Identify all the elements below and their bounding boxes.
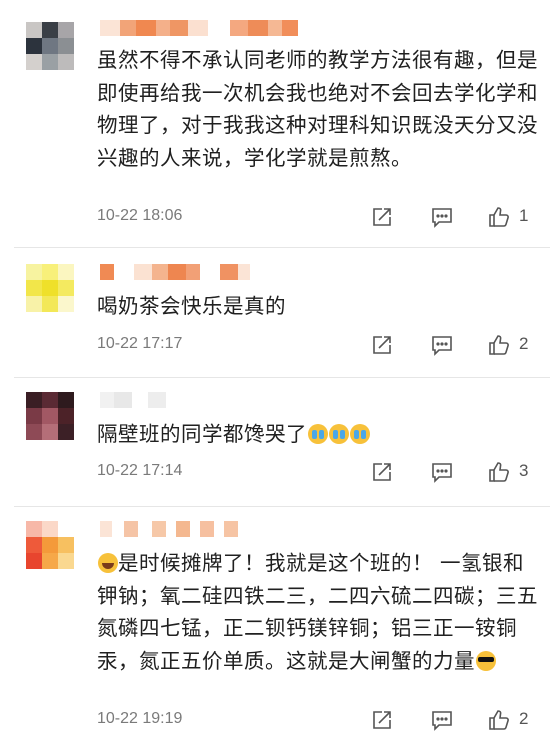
comment-text-body: 隔壁班的同学都馋哭了 [97, 422, 307, 446]
like-count: 1 [519, 206, 529, 225]
share-icon[interactable] [370, 333, 394, 357]
comment-time: 10-22 17:17 [97, 335, 183, 352]
comment-text: 喝奶茶会快乐是真的 [97, 294, 286, 318]
like-icon[interactable] [487, 205, 511, 229]
sunglasses-emoji-icon [476, 650, 496, 671]
share-icon[interactable] [370, 205, 394, 229]
comment-item: 隔壁班的同学都馋哭了 10-22 17:14 3 [0, 378, 550, 506]
avatar[interactable] [26, 264, 74, 312]
comment-item: 是时候摊牌了！我就是这个班的！ 一氢银和钾钠；氧二硅四铁二三，二四六硫二四碳；三… [0, 507, 550, 749]
like-icon[interactable] [487, 708, 511, 732]
like-count: 2 [519, 709, 529, 728]
comment-icon[interactable] [430, 333, 454, 357]
comment-time: 10-22 19:19 [97, 710, 183, 727]
comment-text: 是时候摊牌了！我就是这个班的！ 一氢银和钾钠；氧二硅四铁二三，二四六硫二四碳；三… [97, 547, 542, 677]
crying-emoji-icon [308, 424, 328, 444]
like-icon[interactable] [487, 460, 511, 484]
crying-emoji-icon [350, 424, 370, 444]
comment-time: 10-22 17:14 [97, 462, 183, 479]
crying-emoji-icon [329, 424, 349, 444]
like-count: 3 [519, 461, 529, 480]
comment-icon[interactable] [430, 460, 454, 484]
avatar[interactable] [26, 521, 74, 569]
like-count: 2 [519, 334, 529, 353]
username[interactable] [100, 20, 298, 36]
comment-icon[interactable] [430, 205, 454, 229]
comment-item: 喝奶茶会快乐是真的 10-22 17:17 2 [0, 250, 550, 377]
avatar[interactable] [26, 22, 74, 70]
username[interactable] [100, 521, 238, 537]
comment-item: 虽然不得不承认同老师的教学方法很有趣，但是即使再给我一次机会我也绝对不会回去学化… [0, 0, 550, 250]
share-icon[interactable] [370, 460, 394, 484]
like-icon[interactable] [487, 333, 511, 357]
comment-time: 10-22 18:06 [97, 207, 183, 224]
divider [14, 247, 550, 248]
share-icon[interactable] [370, 708, 394, 732]
comment-text: 隔壁班的同学都馋哭了 [97, 418, 542, 451]
comment-text-body: 是时候摊牌了！我就是这个班的！ 一氢银和钾钠；氧二硅四铁二三，二四六硫二四碳；三… [97, 551, 538, 673]
comment-text: 虽然不得不承认同老师的教学方法很有趣，但是即使再给我一次机会我也绝对不会回去学化… [97, 48, 538, 170]
username[interactable] [100, 392, 166, 408]
avatar[interactable] [26, 392, 74, 440]
laughing-emoji-icon [98, 553, 118, 573]
comment-icon[interactable] [430, 708, 454, 732]
username[interactable] [100, 264, 250, 280]
